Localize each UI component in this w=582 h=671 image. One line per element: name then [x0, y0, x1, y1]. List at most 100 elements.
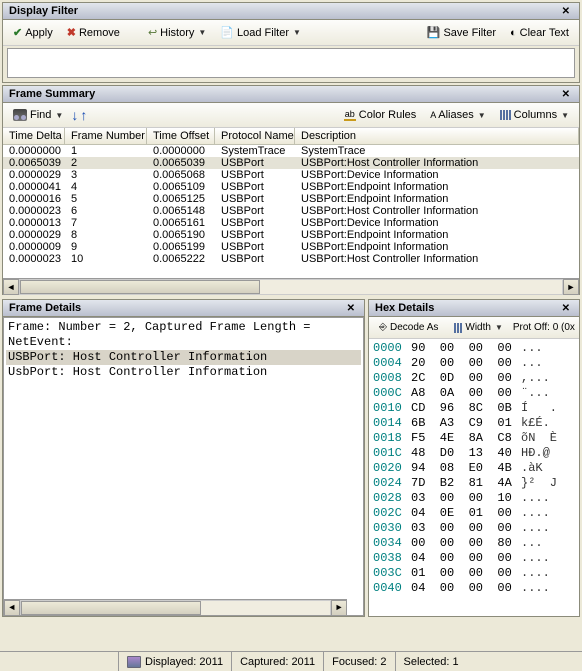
hex-row[interactable]: 002094 08 E0 4B.àK [373, 461, 575, 476]
status-bar: Displayed: 2011 Captured: 2011 Focused: … [0, 651, 582, 671]
scroll-right-button[interactable]: ► [563, 279, 579, 295]
table-row[interactable]: 0.000002980.0065190USBPortUSBPort:Endpoi… [3, 229, 579, 241]
width-button[interactable]: Width▼ [448, 319, 508, 336]
frame-summary-header: Frame Summary ✕ [3, 86, 579, 103]
cell-description: USBPort:Device Information [295, 169, 579, 181]
hex-row[interactable]: 000090 00 00 00... [373, 341, 575, 356]
cell-time-delta: 0.0000013 [3, 217, 65, 229]
hex-row[interactable]: 003804 00 00 00.... [373, 551, 575, 566]
table-row[interactable]: 0.000002360.0065148USBPortUSBPort:Host C… [3, 205, 579, 217]
horizontal-scrollbar[interactable]: ◄ ► [3, 278, 579, 294]
close-icon[interactable]: ✕ [559, 89, 573, 100]
find-prev-button[interactable]: ↑ [80, 107, 87, 123]
table-row[interactable]: 0.000001650.0065125USBPortUSBPort:Endpoi… [3, 193, 579, 205]
table-row[interactable]: 0.006503920.0065039USBPortUSBPort:Host C… [3, 157, 579, 169]
cell-protocol-name: USBPort [215, 169, 295, 181]
hex-ascii: .... [521, 551, 550, 566]
hex-bytes: 04 0E 01 00 [411, 506, 521, 521]
remove-button[interactable]: ✖Remove [61, 23, 126, 42]
color-rules-icon: ab [344, 109, 356, 121]
scroll-thumb[interactable] [20, 280, 260, 294]
aliases-button[interactable]: AAliases▼ [424, 106, 491, 124]
chevron-down-icon: ▼ [55, 111, 63, 120]
col-time-delta[interactable]: Time Delta [3, 128, 65, 144]
cell-time-delta: 0.0000029 [3, 169, 65, 181]
close-icon[interactable]: ✕ [344, 303, 358, 314]
save-filter-button[interactable]: 💾Save Filter [421, 23, 502, 42]
status-focused: Focused: 2 [323, 652, 394, 671]
cell-time-offset: 0.0065068 [147, 169, 215, 181]
clear-text-button[interactable]: ◐Clear Text [504, 24, 575, 42]
table-row[interactable]: 0.000002930.0065068USBPortUSBPort:Device… [3, 169, 579, 181]
scroll-thumb[interactable] [21, 601, 201, 615]
cell-time-delta: 0.0065039 [3, 157, 65, 169]
hex-ascii: ... [521, 341, 543, 356]
table-row[interactable]: 0.000001370.0065161USBPortUSBPort:Device… [3, 217, 579, 229]
hex-row[interactable]: 003C01 00 00 00.... [373, 566, 575, 581]
hex-row[interactable]: 0010CD 96 8C 0BÍ . [373, 401, 575, 416]
hex-offset: 0014 [373, 416, 411, 431]
hex-row[interactable]: 002C04 0E 01 00.... [373, 506, 575, 521]
hex-row[interactable]: 0018F5 4E 8A C8õN È [373, 431, 575, 446]
col-protocol-name[interactable]: Protocol Name [215, 128, 295, 144]
horizontal-scrollbar[interactable]: ◄ ► [4, 599, 347, 615]
hex-row[interactable]: 004004 00 00 00.... [373, 581, 575, 596]
table-row[interactable]: 0.0000023100.0065222USBPortUSBPort:Host … [3, 253, 579, 265]
scroll-left-button[interactable]: ◄ [3, 279, 19, 295]
history-button[interactable]: ↩History▼ [142, 23, 212, 42]
table-row[interactable]: 0.000000990.0065199USBPortUSBPort:Endpoi… [3, 241, 579, 253]
find-next-button[interactable]: ↓ [71, 107, 78, 123]
col-frame-number[interactable]: Frame Number [65, 128, 147, 144]
apply-button[interactable]: ✔Apply [7, 23, 59, 42]
find-button[interactable]: Find▼ [7, 106, 69, 124]
hex-toolbar: ⎆Decode As Width▼ Prot Off: 0 (0x [369, 317, 579, 339]
cell-time-offset: 0.0065190 [147, 229, 215, 241]
col-time-offset[interactable]: Time Offset [147, 128, 215, 144]
hex-bytes: A8 0A 00 00 [411, 386, 521, 401]
hex-ascii: ... [521, 356, 543, 371]
load-filter-button[interactable]: 📄Load Filter▼ [214, 23, 307, 42]
hex-bytes: 48 D0 13 40 [411, 446, 521, 461]
frame-detail-line[interactable]: Frame: Number = 2, Captured Frame Length… [6, 320, 361, 335]
hex-ascii: k£É. [521, 416, 550, 431]
frame-detail-line[interactable]: UsbPort: Host Controller Information [6, 365, 361, 380]
scroll-right-button[interactable]: ► [331, 600, 347, 616]
hex-row[interactable]: 00082C 0D 00 00,... [373, 371, 575, 386]
decode-as-button[interactable]: ⎆Decode As [373, 319, 444, 336]
col-description[interactable]: Description [295, 128, 579, 144]
width-icon [454, 323, 462, 333]
status-displayed: Displayed: 2011 [118, 652, 231, 671]
prot-off-label: Prot Off: 0 (0x [513, 322, 575, 333]
filter-input[interactable] [7, 48, 575, 78]
hex-details-panel: Hex Details ✕ ⎆Decode As Width▼ Prot Off… [368, 299, 580, 617]
hex-row[interactable]: 003400 00 00 80... [373, 536, 575, 551]
table-row[interactable]: 0.000004140.0065109USBPortUSBPort:Endpoi… [3, 181, 579, 193]
scroll-left-button[interactable]: ◄ [4, 600, 20, 616]
hex-ascii: .... [521, 506, 550, 521]
hex-row[interactable]: 000420 00 00 00... [373, 356, 575, 371]
close-icon[interactable]: ✕ [559, 6, 573, 17]
hex-row[interactable]: 00247D B2 81 4A}² J [373, 476, 575, 491]
hex-row[interactable]: 003003 00 00 00.... [373, 521, 575, 536]
frame-detail-line[interactable]: NetEvent: [6, 335, 361, 350]
columns-button[interactable]: Columns▼ [494, 106, 575, 124]
hex-body[interactable]: 000090 00 00 00...000420 00 00 00...0008… [369, 339, 579, 616]
load-icon: 📄 [220, 26, 234, 39]
close-icon[interactable]: ✕ [559, 303, 573, 314]
hex-ascii: õN È [521, 431, 557, 446]
hex-row[interactable]: 00146B A3 C9 01k£É. [373, 416, 575, 431]
frame-detail-line[interactable]: USBPort: Host Controller Information [6, 350, 361, 365]
cell-frame-number: 7 [65, 217, 147, 229]
scroll-track[interactable] [19, 279, 563, 295]
frame-details-header: Frame Details ✕ [3, 300, 364, 317]
table-row[interactable]: 0.000000010.0000000SystemTraceSystemTrac… [3, 145, 579, 157]
scroll-track[interactable] [20, 600, 331, 616]
hex-row[interactable]: 002803 00 00 10.... [373, 491, 575, 506]
hex-bytes: 04 00 00 00 [411, 551, 521, 566]
color-rules-button[interactable]: abColor Rules [338, 106, 422, 124]
frame-details-body[interactable]: Frame: Number = 2, Captured Frame Length… [3, 317, 364, 616]
hex-offset: 0010 [373, 401, 411, 416]
hex-row[interactable]: 000CA8 0A 00 00¨... [373, 386, 575, 401]
hex-row[interactable]: 001C48 D0 13 40HÐ.@ [373, 446, 575, 461]
cell-protocol-name: USBPort [215, 241, 295, 253]
